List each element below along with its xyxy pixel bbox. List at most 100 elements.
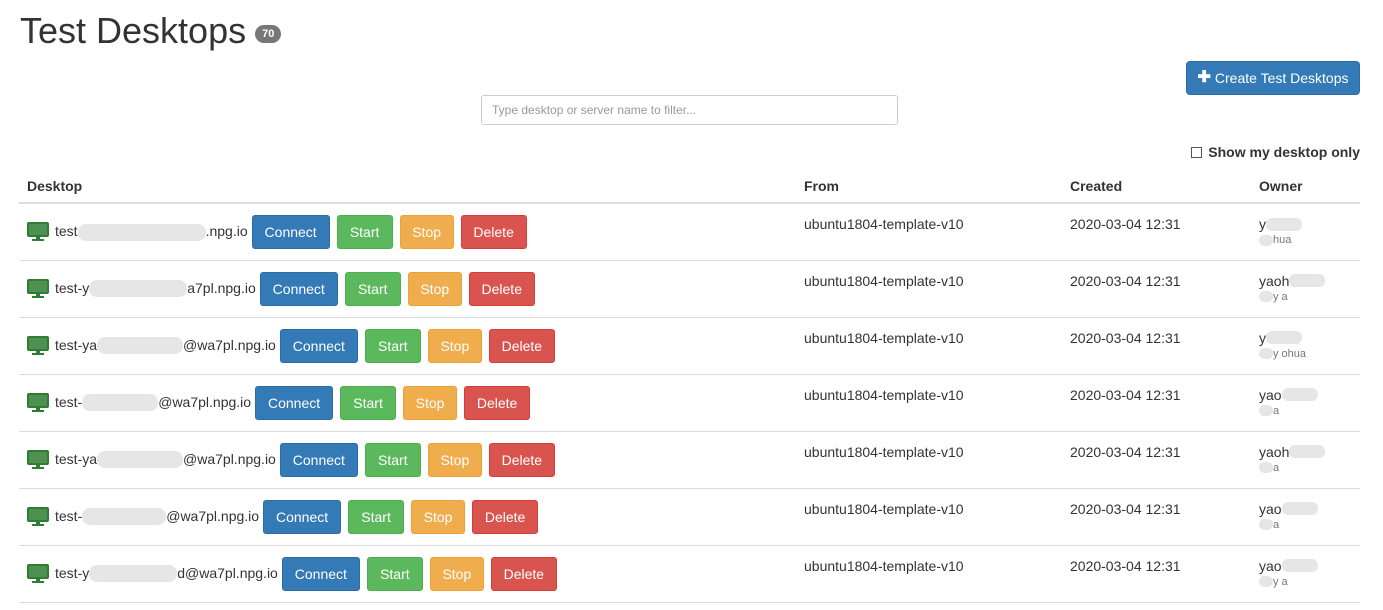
show-my-desktop-only[interactable]: Show my desktop only (1191, 144, 1360, 160)
owner-name: yaoh (1259, 272, 1290, 289)
redacted-blur (1266, 217, 1302, 231)
owner-sub: y a (1273, 575, 1288, 588)
table-row: test-y a7pl.npg.io Connect Start Stop Del… (19, 260, 1360, 318)
redacted-blur (1289, 274, 1326, 287)
owner-cell: yao a (1251, 488, 1360, 546)
monitor-icon (27, 278, 49, 298)
start-button[interactable]: Start (336, 214, 393, 249)
connect-button[interactable]: Connect (259, 271, 338, 306)
delete-button[interactable]: Delete (460, 214, 527, 249)
redacted-blur (1259, 519, 1273, 530)
desktop-name: test-ya @wa7pl.npg.io (55, 451, 276, 469)
redacted-blur (1259, 291, 1273, 302)
header-from[interactable]: From (796, 170, 1062, 204)
stop-button[interactable]: Stop (427, 328, 482, 363)
delete-button[interactable]: Delete (468, 271, 535, 306)
desktop-name-prefix: test-y (55, 564, 90, 581)
desktop-cell: test .npg.io Connect Start Stop Delete (19, 203, 796, 261)
monitor-icon (27, 563, 49, 583)
delete-button[interactable]: Delete (488, 328, 555, 363)
from-cell: ubuntu1804-template-v10 (796, 203, 1062, 261)
owner-cell: y y ohua (1251, 317, 1360, 375)
start-button[interactable]: Start (366, 556, 423, 591)
stop-button[interactable]: Stop (427, 442, 482, 477)
owner-sub: y ohua (1273, 347, 1307, 360)
desktop-name-suffix: @wa7pl.npg.io (183, 450, 276, 467)
from-cell: ubuntu1804-template-v10 (796, 545, 1062, 603)
redacted-blur (1281, 388, 1318, 401)
plus-icon: ✚ (1197, 69, 1211, 86)
owner-name: yao (1259, 386, 1282, 403)
connect-button[interactable]: Connect (279, 328, 358, 363)
owner-cell: yaoh a (1251, 431, 1360, 489)
page-title-text: Test Desktops (20, 10, 247, 51)
stop-button[interactable]: Stop (407, 271, 462, 306)
connect-button[interactable]: Connect (279, 442, 358, 477)
desktop-cell: test-y d@wa7pl.npg.io Connect Start Stop … (19, 545, 796, 603)
show-mine-label: Show my desktop only (1208, 144, 1360, 160)
redacted-blur (82, 508, 167, 526)
show-mine-checkbox[interactable] (1191, 146, 1203, 158)
desktop-cell: test-y a7pl.npg.io Connect Start Stop Del… (19, 260, 796, 318)
delete-button[interactable]: Delete (490, 556, 557, 591)
start-button[interactable]: Start (364, 442, 421, 477)
table-row: test .npg.io Connect Start Stop Delete ub… (19, 203, 1360, 261)
desktop-name: test-y d@wa7pl.npg.io (55, 565, 278, 583)
monitor-icon (27, 392, 49, 412)
owner-name: yaoh (1259, 443, 1290, 460)
connect-button[interactable]: Connect (251, 214, 330, 249)
connect-button[interactable]: Connect (281, 556, 360, 591)
start-button[interactable]: Start (340, 385, 397, 420)
connect-button[interactable]: Connect (255, 385, 334, 420)
start-button[interactable]: Start (364, 328, 421, 363)
redacted-blur (89, 565, 178, 583)
desktops-table: Desktop From Created Owner test .npg.io C… (19, 170, 1360, 603)
stop-button[interactable]: Stop (403, 385, 458, 420)
stop-button[interactable]: Stop (411, 499, 466, 534)
table-row: test- @wa7pl.npg.io Connect Start Stop De… (19, 488, 1360, 546)
start-button[interactable]: Start (344, 271, 401, 306)
monitor-icon (27, 506, 49, 526)
from-cell: ubuntu1804-template-v10 (796, 260, 1062, 318)
desktop-name: test .npg.io (55, 223, 248, 241)
desktop-name-prefix: test-y (55, 279, 90, 296)
delete-button[interactable]: Delete (464, 385, 531, 420)
redacted-blur (1281, 502, 1318, 515)
created-cell: 2020-03-04 12:31 (1062, 374, 1251, 432)
count-badge: 70 (255, 25, 282, 43)
created-cell: 2020-03-04 12:31 (1062, 260, 1251, 318)
desktop-name: test- @wa7pl.npg.io (55, 394, 251, 412)
stop-button[interactable]: Stop (429, 556, 484, 591)
redacted-blur (1289, 445, 1326, 458)
owner-sub: a (1273, 461, 1280, 474)
owner-cell: yao y a (1251, 545, 1360, 603)
desktop-name-prefix: test- (55, 507, 83, 524)
stop-button[interactable]: Stop (399, 214, 454, 249)
redacted-blur (1259, 462, 1273, 473)
desktop-name-suffix: d@wa7pl.npg.io (177, 564, 278, 581)
delete-button[interactable]: Delete (488, 442, 555, 477)
create-test-desktops-button[interactable]: ✚ Create Test Desktops (1186, 61, 1360, 95)
header-created[interactable]: Created (1062, 170, 1251, 204)
desktop-name-prefix: test- (55, 393, 83, 410)
desktop-name-suffix: a7pl.npg.io (187, 279, 256, 296)
redacted-blur (1259, 576, 1273, 587)
redacted-blur (82, 394, 159, 412)
delete-button[interactable]: Delete (472, 499, 539, 534)
created-cell: 2020-03-04 12:31 (1062, 488, 1251, 546)
connect-button[interactable]: Connect (263, 499, 342, 534)
desktop-cell: test-ya @wa7pl.npg.io Connect Start Stop … (19, 431, 796, 489)
desktop-name: test-y a7pl.npg.io (55, 280, 256, 298)
desktop-name: test- @wa7pl.npg.io (55, 508, 259, 526)
created-cell: 2020-03-04 12:31 (1062, 431, 1251, 489)
desktop-name-suffix: @wa7pl.npg.io (158, 393, 252, 410)
owner-cell: yao a (1251, 374, 1360, 432)
filter-input[interactable] (481, 95, 898, 125)
created-cell: 2020-03-04 12:31 (1062, 545, 1251, 603)
table-row: test-ya @wa7pl.npg.io Connect Start Stop … (19, 431, 1360, 489)
owner-name: y (1259, 329, 1266, 346)
header-owner[interactable]: Owner (1251, 170, 1360, 204)
start-button[interactable]: Start (348, 499, 405, 534)
header-desktop[interactable]: Desktop (19, 170, 796, 204)
created-cell: 2020-03-04 12:31 (1062, 317, 1251, 375)
